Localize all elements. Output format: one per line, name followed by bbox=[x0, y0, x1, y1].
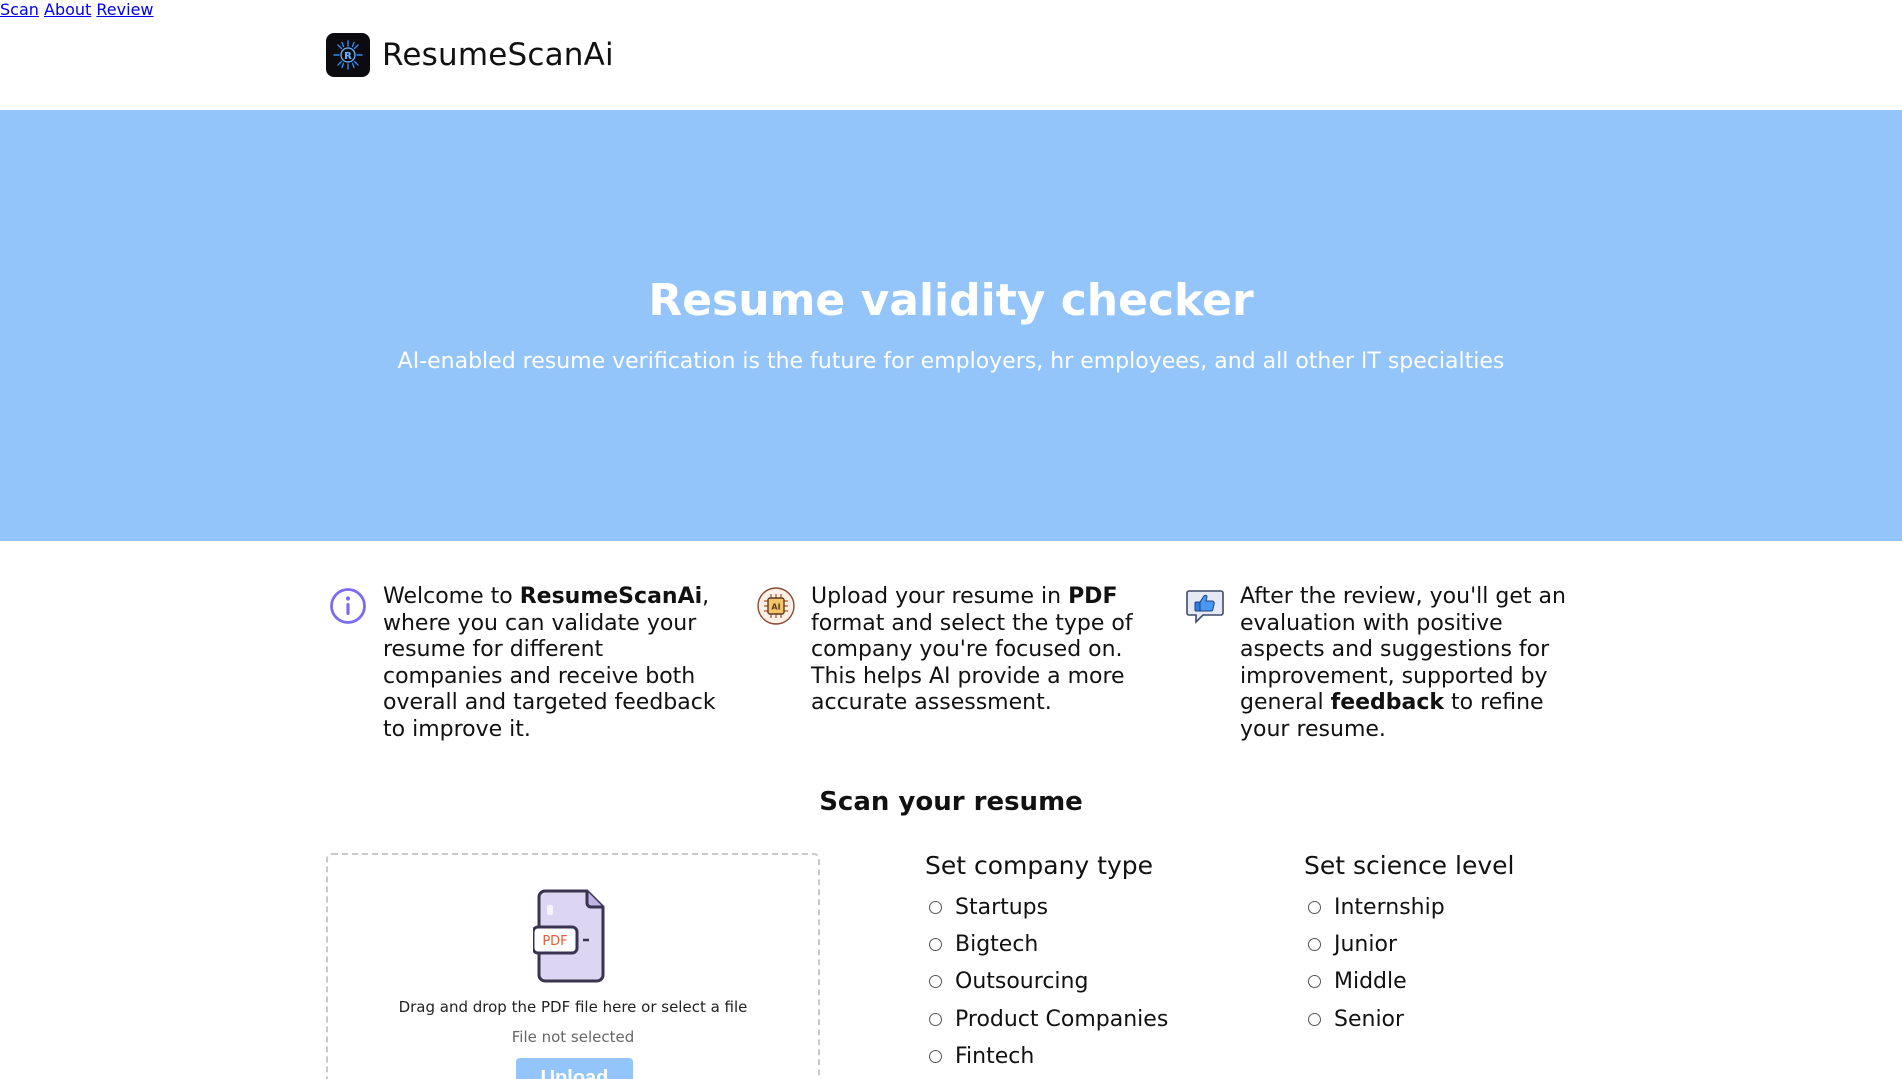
info-icon bbox=[328, 586, 368, 626]
resumescanai-logo-icon: R bbox=[326, 33, 370, 77]
company-type-option-product-companies[interactable]: Product Companies bbox=[925, 1001, 1168, 1038]
radio-button[interactable] bbox=[929, 975, 942, 989]
feature-review: After the review, you'll get an evaluati… bbox=[1185, 584, 1575, 743]
feature-welcome: Welcome to ResumeScanAi, where you can v… bbox=[328, 584, 718, 743]
pdf-file-icon: PDF bbox=[531, 885, 613, 985]
logo[interactable]: R ResumeScanAi bbox=[326, 33, 614, 77]
science-level-title: Set science level bbox=[1304, 851, 1515, 880]
brand-name: ResumeScanAi bbox=[382, 37, 614, 73]
feature-upload: AI Upload your resume in PDF format and … bbox=[756, 584, 1146, 717]
science-level-option-internship[interactable]: Internship bbox=[1304, 889, 1514, 926]
radio-button[interactable] bbox=[929, 938, 942, 952]
radio-label: Fintech bbox=[955, 1043, 1035, 1069]
radio-label: Senior bbox=[1334, 1006, 1405, 1032]
radio-label: Bigtech bbox=[955, 932, 1039, 958]
company-type-option-outsourcing[interactable]: Outsourcing bbox=[925, 963, 1168, 1000]
radio-label: Outsourcing bbox=[955, 969, 1089, 995]
company-type-option-fintech[interactable]: Fintech bbox=[925, 1038, 1168, 1075]
svg-text:PDF: PDF bbox=[542, 934, 567, 949]
company-type-group: Set company type Startups Bigtech Outsou… bbox=[925, 851, 1168, 1075]
science-level-option-middle[interactable]: Middle bbox=[1304, 963, 1514, 1000]
radio-button[interactable] bbox=[1308, 938, 1321, 952]
radio-button[interactable] bbox=[1308, 901, 1321, 915]
main-nav: Scan About Review bbox=[0, 0, 1902, 19]
thumbs-up-chat-icon bbox=[1185, 586, 1225, 626]
company-type-title: Set company type bbox=[925, 851, 1154, 880]
radio-button[interactable] bbox=[929, 1049, 942, 1063]
radio-button[interactable] bbox=[1308, 975, 1321, 989]
scan-section-title: Scan your resume bbox=[819, 787, 1083, 817]
radio-button[interactable] bbox=[1308, 1012, 1321, 1026]
nav-scan-link[interactable]: Scan bbox=[0, 0, 39, 19]
radio-button[interactable] bbox=[929, 1012, 942, 1026]
svg-text:R: R bbox=[344, 51, 352, 62]
file-status-text: File not selected bbox=[511, 1028, 635, 1046]
feature-review-text: After the review, you'll get an evaluati… bbox=[1240, 584, 1566, 742]
science-level-group: Set science level Internship Junior Midd… bbox=[1304, 851, 1514, 1038]
feature-upload-text: Upload your resume in PDF format and sel… bbox=[811, 584, 1133, 715]
svg-text:AI: AI bbox=[771, 603, 780, 612]
radio-button[interactable] bbox=[929, 901, 942, 915]
header: R ResumeScanAi Scan About Review bbox=[0, 0, 1902, 110]
company-type-option-startups[interactable]: Startups bbox=[925, 889, 1168, 926]
radio-label: Junior bbox=[1334, 932, 1397, 958]
feature-welcome-text: Welcome to ResumeScanAi, where you can v… bbox=[383, 584, 716, 742]
science-level-option-senior[interactable]: Senior bbox=[1304, 1001, 1514, 1038]
drag-drop-instructions: Drag and drop the PDF file here or selec… bbox=[398, 998, 748, 1016]
science-level-option-junior[interactable]: Junior bbox=[1304, 926, 1514, 963]
hero-title: Resume validity checker bbox=[648, 275, 1254, 326]
upload-button[interactable]: Upload bbox=[516, 1058, 633, 1079]
nav-review-link[interactable]: Review bbox=[96, 0, 153, 19]
hero-subtitle: AI-enabled resume verification is the fu… bbox=[397, 349, 1505, 374]
nav-about-link[interactable]: About bbox=[44, 0, 91, 19]
file-drop-zone[interactable]: PDF Drag and drop the PDF file here or s… bbox=[326, 853, 820, 1079]
ai-chip-icon: AI bbox=[756, 586, 796, 626]
radio-label: Product Companies bbox=[955, 1006, 1169, 1032]
radio-label: Middle bbox=[1334, 969, 1407, 995]
radio-label: Startups bbox=[955, 895, 1049, 921]
company-type-option-bigtech[interactable]: Bigtech bbox=[925, 926, 1168, 963]
hero-banner: Resume validity checker AI-enabled resum… bbox=[0, 110, 1902, 541]
radio-label: Internship bbox=[1334, 895, 1445, 921]
